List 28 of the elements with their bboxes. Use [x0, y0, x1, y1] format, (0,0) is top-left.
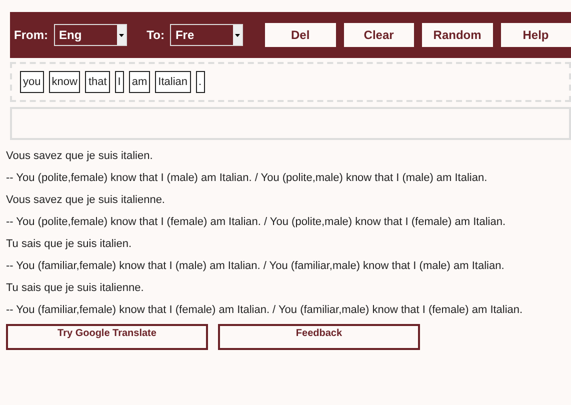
toolbar-button[interactable]: Del: [265, 23, 336, 47]
caret-icon: [235, 34, 240, 36]
input-field[interactable]: [10, 107, 571, 140]
word-tile[interactable]: know: [48, 71, 80, 93]
action-button[interactable]: Feedback: [218, 324, 420, 350]
french-sentence: Vous savez que je suis italien.: [6, 149, 154, 164]
from-label: From:: [14, 28, 48, 42]
english-gloss: -- You (polite,female) know that I (male) am Italian. / You (polite,male) know that I (male) am Italian.: [6, 171, 488, 186]
toolbar-button[interactable]: Help: [500, 23, 571, 47]
action-button[interactable]: Try Google Translate: [6, 324, 208, 350]
english-gloss: -- You (familiar,female) know that I (male) am Italian. / You (familiar,male) know that I (male) am Italian.: [6, 259, 506, 274]
word-tile[interactable]: that: [85, 71, 110, 93]
word-tile[interactable]: Italian: [155, 71, 190, 93]
french-sentence: Tu sais que je suis italien.: [6, 237, 133, 252]
toolbar-button[interactable]: Clear: [344, 23, 414, 47]
to-label: To:: [146, 28, 164, 42]
from-select[interactable]: Eng: [54, 24, 127, 46]
word-tile[interactable]: am: [128, 71, 150, 93]
english-gloss: -- You (familiar,female) know that I (female) am Italian. / You (familiar,male) know that I (female) am Italian.: [6, 303, 524, 318]
english-gloss: -- You (polite,female) know that I (female) am Italian. / You (polite,male) know that I (female) am Italian.: [6, 215, 507, 230]
toolbar-button[interactable]: Random: [422, 23, 493, 47]
caret-icon: [118, 34, 124, 36]
word-tile[interactable]: .: [196, 71, 205, 93]
word-tile[interactable]: I: [114, 71, 124, 93]
word-tile[interactable]: you: [20, 71, 44, 93]
french-sentence: Tu sais que je suis italienne.: [6, 281, 145, 296]
to-select[interactable]: Fre: [170, 24, 244, 46]
french-sentence: Vous savez que je suis italienne.: [6, 193, 166, 208]
